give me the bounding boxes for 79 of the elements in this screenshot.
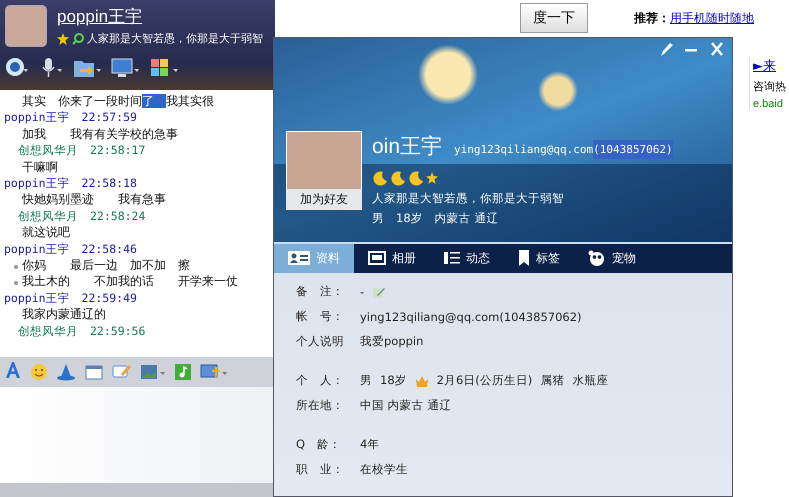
app-grid-icon[interactable] <box>149 57 179 79</box>
contact-signature: 人家那是大智若愚，你那是大于弱智 <box>87 31 263 46</box>
message-text: 其实 你来了一段时间 <box>22 94 142 108</box>
message-header: poppin王宇 22:57:59 <box>3 109 138 126</box>
add-friend-button[interactable]: 加为好友 <box>286 189 362 210</box>
profile-name: oin王宇 <box>372 134 442 160</box>
smiley-icon[interactable] <box>30 363 48 381</box>
message-text: 我土木的 不加我的话 开学来一仗 <box>22 274 238 288</box>
field-label: 职 业： <box>296 462 345 477</box>
field-value: 水瓶座 <box>572 373 608 388</box>
penguin-icon <box>588 250 606 266</box>
moon-icon <box>372 170 388 186</box>
avatar-photo <box>5 5 47 47</box>
ad-text: 咨询热 <box>753 79 786 94</box>
field-label: 帐 号： <box>296 309 345 324</box>
message-text: 我家内蒙通辽的 <box>22 307 106 322</box>
profile-summary: 男 <box>372 211 384 226</box>
bookmark-icon <box>518 250 530 266</box>
field-label: 个 人： <box>296 373 345 388</box>
crown-icon <box>414 374 429 388</box>
window-icon[interactable] <box>84 363 104 381</box>
field-value: - <box>360 284 364 298</box>
search-button[interactable]: 度一下 <box>520 3 588 33</box>
message-text: 加我 我有有关学校的急事 <box>22 126 178 141</box>
star-icon <box>57 32 69 44</box>
profile-summary: 内蒙古 通辽 <box>434 211 498 226</box>
message-text: 就这说吧 <box>22 225 70 240</box>
field-label: 所在地： <box>296 398 345 413</box>
message-header: 创想风华月 22:58:17 <box>17 142 146 159</box>
message-header: 创想风华月 22:59:56 <box>17 322 146 340</box>
list-icon <box>444 251 460 266</box>
message-text: 你妈 最后一边 加不加 擦 <box>22 258 190 272</box>
message-header: poppin王宇 22:59:49 <box>3 290 138 306</box>
field-label: 备 注： <box>296 284 345 299</box>
music-icon[interactable] <box>174 363 192 381</box>
profile-signature: 人家那是大智若愚，你那是大于弱智 <box>372 191 565 206</box>
message-header: poppin王宇 22:58:18 <box>3 175 138 192</box>
field-value: 在校学生 <box>360 462 408 477</box>
search-icon <box>72 32 84 44</box>
profile-tab[interactable]: 相册 <box>354 244 430 273</box>
message-header: poppin王宇 22:58:46 <box>3 240 138 258</box>
message-text: 了 <box>142 94 166 108</box>
moon-icon <box>408 170 424 186</box>
field-value: 18岁 <box>380 373 407 388</box>
bullet-icon <box>14 281 18 286</box>
field-value: ying123qiliang@qq.com(1043857062) <box>360 310 582 324</box>
message-text: 快她妈别墨迹 我有急事 <box>22 192 166 206</box>
field-value: 2月6日(公历生日) <box>436 373 532 388</box>
field-label: Q 龄： <box>296 437 342 452</box>
message-input[interactable] <box>0 387 275 497</box>
bullet-icon <box>14 265 18 270</box>
field-value: 我爱poppin <box>360 334 424 349</box>
wizard-hat-icon[interactable] <box>56 363 76 381</box>
message-header: 创想风华月 22:58:24 <box>17 208 146 224</box>
webcam-icon[interactable] <box>5 57 29 79</box>
profile-number: (1043857062) <box>593 140 673 159</box>
contact-name[interactable]: poppin王宇 <box>57 5 263 28</box>
message-text: 干嘛啊 <box>22 160 58 174</box>
ad-link[interactable]: ►来 <box>753 57 786 75</box>
profile-summary: 18岁 <box>396 211 423 226</box>
ad-url: e.baid <box>753 98 784 110</box>
profile-tab[interactable]: 标签 <box>504 244 574 273</box>
field-value: 男 <box>360 373 372 388</box>
field-label: 个人说明 <box>296 334 345 349</box>
field-value: 属猪 <box>540 373 564 388</box>
recommend-label: 推荐： <box>634 10 670 26</box>
field-value: 中国 内蒙古 通辽 <box>360 398 452 413</box>
recommend-link[interactable]: 用手机随时随地 <box>670 10 754 26</box>
field-value: 4年 <box>360 437 380 452</box>
profile-tab[interactable]: 动态 <box>430 244 504 273</box>
moon-icon <box>390 170 406 186</box>
profile-tab[interactable]: 宠物 <box>574 244 650 273</box>
monitor-icon[interactable] <box>111 57 139 79</box>
message-text: 我其实很 <box>166 94 214 108</box>
star-icon <box>426 172 438 184</box>
id-card-icon <box>288 251 310 266</box>
profile-email: ying123qiliang@qq.com <box>454 143 594 156</box>
image-icon[interactable] <box>140 363 166 381</box>
album-icon <box>368 251 386 266</box>
